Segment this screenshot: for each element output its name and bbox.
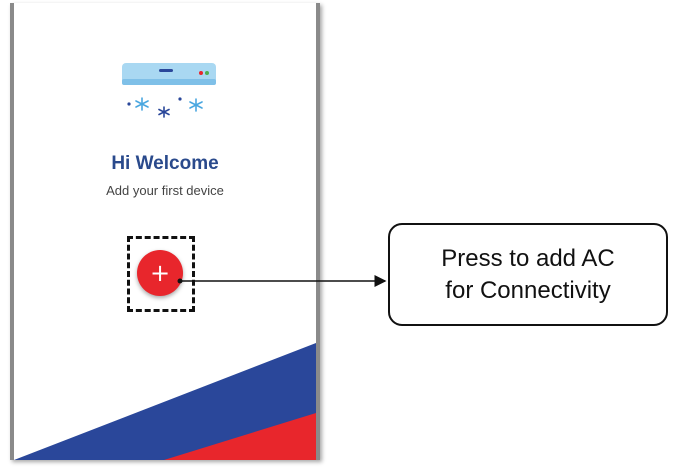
add-device-button[interactable]: + xyxy=(137,250,183,296)
callout-text-line-2: for Connectivity xyxy=(445,276,611,304)
air-conditioner-icon xyxy=(122,63,216,118)
welcome-title: Hi Welcome xyxy=(111,153,219,174)
phone-screen: Hi Welcome Add your first device + xyxy=(10,3,320,460)
callout-box: Press to add AC for Connectivity xyxy=(388,223,668,326)
snowflake-icon xyxy=(158,106,170,118)
welcome-subtitle: Add your first device xyxy=(106,183,224,198)
plus-icon: + xyxy=(149,259,171,287)
callout-text-line-1: Press to add AC xyxy=(441,244,615,272)
snowflake-icon xyxy=(189,98,203,112)
snowflake-icon xyxy=(135,97,149,111)
